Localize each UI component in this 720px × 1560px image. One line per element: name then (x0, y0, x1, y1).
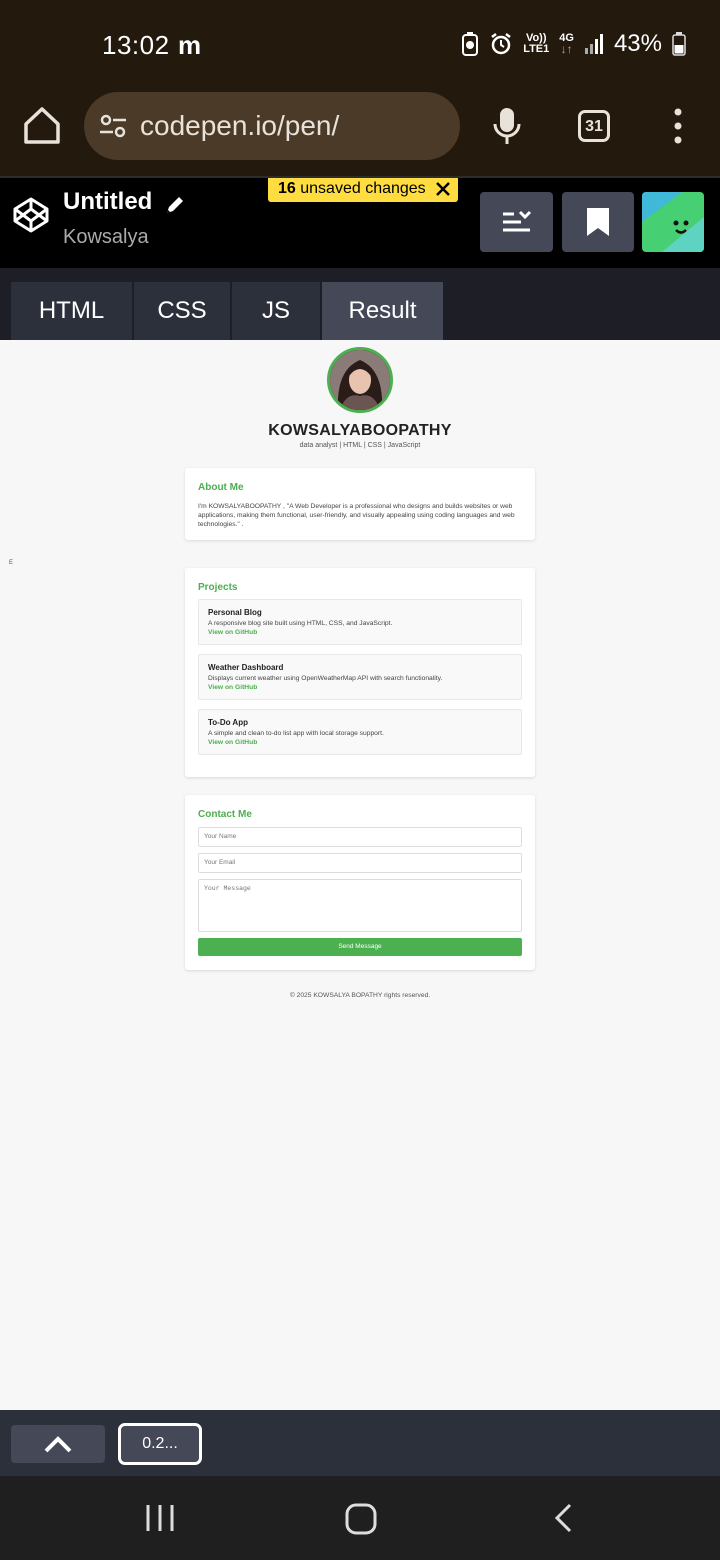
bookmark-button[interactable] (562, 192, 634, 252)
profile-name: KOWSALYABOOPATHY (268, 422, 452, 439)
tab-js[interactable]: JS (232, 282, 320, 340)
name-field[interactable]: Your Name (198, 827, 522, 847)
codepen-header: Untitled Kowsalya 16 unsaved changes (0, 176, 720, 268)
about-card: About Me I'm KOWSALYABOOPATHY , "A Web D… (185, 468, 535, 540)
status-time: 13:02 (102, 30, 170, 60)
menu-icon[interactable] (672, 108, 684, 144)
unsaved-changes-banner[interactable]: 16 unsaved changes (268, 178, 458, 202)
project-github-link[interactable]: View on GitHub (208, 739, 257, 746)
bookmark-icon (587, 208, 609, 236)
tab-css[interactable]: CSS (134, 282, 230, 340)
editor-tab-bar: HTML CSS JS Result (0, 268, 720, 340)
codepen-logo-icon[interactable] (12, 196, 50, 234)
battery-icon (672, 32, 686, 56)
project-title: Personal Blog (208, 608, 262, 617)
address-bar[interactable]: codepen.io/pen/ (84, 92, 460, 160)
result-preview: KOWSALYABOOPATHY data analyst | HTML | C… (0, 340, 720, 1410)
status-bar: 13:02 m Vo)) LTE1 4G ↓↑ 43% (0, 0, 720, 92)
project-title: Weather Dashboard (208, 663, 284, 672)
battery-percent: 43% (613, 30, 662, 57)
about-text: I'm KOWSALYABOOPATHY , "A Web Developer … (198, 503, 515, 528)
project-github-link[interactable]: View on GitHub (208, 629, 257, 636)
profile-photo (327, 347, 393, 413)
home-icon[interactable] (22, 104, 62, 148)
project-item: To-Do App A simple and clean to-do list … (198, 709, 522, 755)
recent-apps-icon[interactable] (144, 1502, 176, 1534)
contact-card: Contact Me Your Name Your Email Your Mes… (185, 795, 535, 970)
profile-photo-image (330, 350, 390, 410)
browser-toolbar: codepen.io/pen/ 31 (0, 92, 720, 176)
stray-text: E (9, 560, 14, 566)
pen-author[interactable]: Kowsalya (63, 226, 149, 249)
version-button[interactable]: 0.2... (118, 1423, 202, 1465)
signal-icon (584, 34, 603, 54)
email-field[interactable]: Your Email (198, 853, 522, 873)
alarm-icon (491, 33, 511, 55)
unsaved-text: unsaved changes (300, 180, 426, 197)
codepen-bottom-bar: 0.2... (0, 1410, 720, 1476)
tab-html[interactable]: HTML (11, 282, 132, 340)
unsaved-count: 16 (278, 180, 296, 197)
volte-indicator: Vo)) LTE1 (523, 33, 549, 55)
pen-title[interactable]: Untitled (63, 188, 152, 216)
project-desc: A simple and clean to-do list app with l… (208, 730, 384, 737)
layout-icon (503, 210, 532, 232)
message-field[interactable]: Your Message (198, 879, 522, 932)
back-icon[interactable] (552, 1502, 576, 1534)
project-item: Personal Blog A responsive blog site bui… (198, 599, 522, 645)
projects-heading: Projects (198, 582, 238, 593)
projects-card: Projects Personal Blog A responsive blog… (185, 568, 535, 777)
battery-saver-icon (462, 32, 479, 56)
project-desc: Displays current weather using OpenWeath… (208, 675, 443, 682)
volte-bottom-text: LTE1 (523, 43, 550, 55)
mic-icon[interactable] (492, 106, 522, 146)
chevron-up-icon (44, 1436, 72, 1453)
layout-button[interactable] (480, 192, 553, 252)
url-text[interactable]: codepen.io/pen/ (140, 110, 339, 142)
project-github-link[interactable]: View on GitHub (208, 684, 257, 691)
close-icon[interactable] (435, 182, 450, 196)
contact-heading: Contact Me (198, 809, 252, 820)
user-avatar[interactable] (642, 192, 704, 252)
home-nav-icon[interactable] (344, 1502, 378, 1536)
profile-tagline: data analyst | HTML | CSS | JavaScript (299, 442, 421, 449)
tabs-icon[interactable]: 31 (578, 110, 610, 142)
send-message-button[interactable]: Send Message (198, 938, 522, 956)
expand-button[interactable] (11, 1425, 105, 1463)
system-nav-bar (0, 1476, 720, 1560)
project-desc: A responsive blog site built using HTML,… (208, 620, 393, 627)
avatar-icon (642, 192, 704, 252)
tab-result[interactable]: Result (322, 282, 443, 340)
notification-icon: m (178, 30, 202, 60)
about-heading: About Me (198, 482, 244, 493)
network-type: 4G ↓↑ (559, 32, 574, 56)
page-footer: © 2025 KOWSALYA BOPATHY rights reserved. (289, 992, 431, 999)
edit-pencil-icon[interactable] (164, 194, 186, 216)
project-title: To-Do App (208, 718, 248, 727)
site-settings-icon[interactable] (98, 111, 128, 141)
project-item: Weather Dashboard Displays current weath… (198, 654, 522, 700)
